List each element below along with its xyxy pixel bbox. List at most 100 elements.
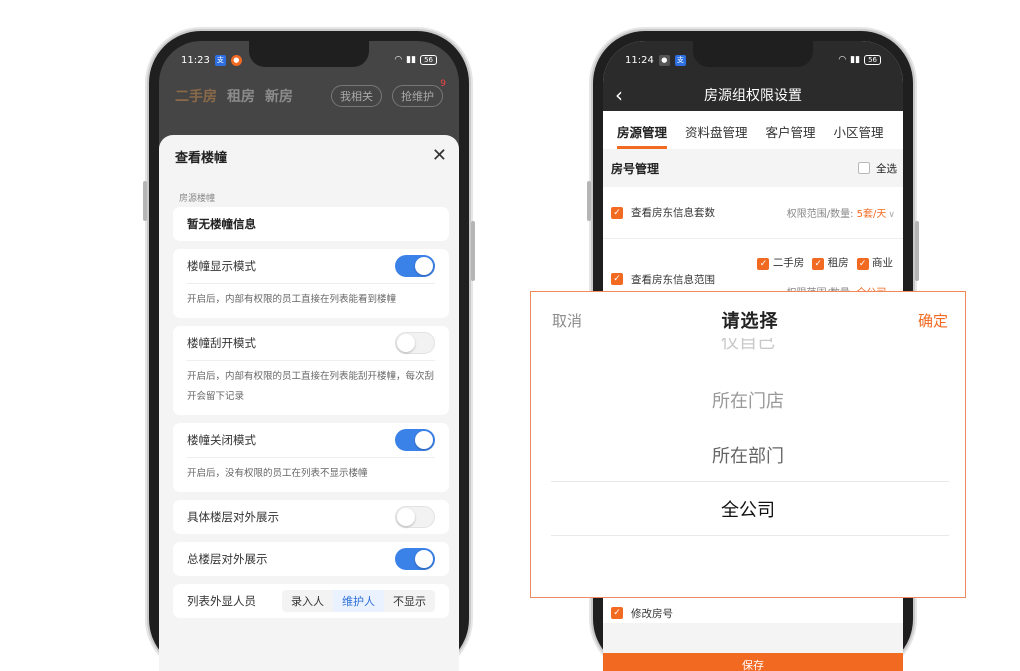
tab-second-hand[interactable]: 二手房 xyxy=(175,86,217,106)
permission-label: 修改房号 xyxy=(631,607,673,620)
checkbox-empty-icon xyxy=(858,162,870,174)
notch xyxy=(249,41,369,67)
picker-option[interactable]: 仅自己 xyxy=(531,338,965,354)
segment-hidden[interactable]: 不显示 xyxy=(384,590,435,612)
app-notification-icon: 支 xyxy=(674,54,686,66)
power-button xyxy=(915,221,919,281)
confirm-button[interactable]: 确定 xyxy=(918,310,948,331)
tab-rent[interactable]: 租房 xyxy=(227,86,255,106)
type-commercial[interactable]: ✓ 商业 xyxy=(856,255,893,270)
segment-entry-person[interactable]: 录入人 xyxy=(282,590,333,612)
staff-segmented-control: 录入人 维护人 不显示 xyxy=(282,590,435,612)
scope-picker: 取消 请选择 确定 仅自己 所在门店 所在部门 全公司 xyxy=(530,291,966,598)
setting-card-scratch: 楼幢刮开模式 开启后，内部有权限的员工直接在列表能刮开楼幢，每次刮开会留下记录 xyxy=(173,326,449,415)
setting-card-close: 楼幢关闭模式 开启后，没有权限的员工在列表不显示楼幢 xyxy=(173,423,449,492)
scope-info[interactable]: 权限范围/数量: 5套/天 ∨ xyxy=(787,205,895,220)
volume-button xyxy=(143,181,147,221)
tab-data-management[interactable]: 资料盘管理 xyxy=(685,122,748,149)
nav-bar: ‹ 房源组权限设置 xyxy=(603,79,903,111)
group-title: 房号管理 xyxy=(611,161,660,176)
wifi-icon: ◠ xyxy=(838,55,847,65)
scope-label: 权限范围/数量: xyxy=(786,209,854,220)
type-rent[interactable]: ✓ 租房 xyxy=(812,255,849,270)
setting-label: 楼幢显示模式 xyxy=(187,259,256,273)
grab-maintenance-button[interactable]: 抢维护 9 xyxy=(392,79,446,107)
permission-label: 查看房东信息套数 xyxy=(631,207,715,219)
sheet-title: 查看楼幢 xyxy=(175,150,228,166)
page-title: 房源组权限设置 xyxy=(704,88,802,104)
scope-value: 5套/天 xyxy=(856,209,887,220)
setting-description: 开启后，没有权限的员工在列表不显示楼幢 xyxy=(187,457,435,492)
wechat-notification-icon: ● xyxy=(658,54,670,66)
notification-count: 9 xyxy=(440,79,446,89)
tab-customer-management[interactable]: 客户管理 xyxy=(766,122,816,149)
save-button[interactable]: 保存 xyxy=(603,653,903,671)
floor-display-card: 具体楼层对外展示 xyxy=(173,500,449,534)
related-to-me-button[interactable]: 我相关 xyxy=(331,85,382,107)
volume-button xyxy=(587,181,591,221)
scratch-mode-toggle[interactable] xyxy=(395,332,435,354)
phone-left: 11:23 支 ● ◠ ▮▮ 56 二手房 租房 新房 我相关 抢维护 9 查看… xyxy=(143,31,475,671)
setting-label: 总楼层对外展示 xyxy=(187,552,268,566)
power-button xyxy=(471,221,475,281)
picker-divider xyxy=(551,481,949,482)
floor-display-toggle[interactable] xyxy=(395,506,435,528)
list-staff-card: 列表外显人员 录入人 维护人 不显示 xyxy=(173,584,449,618)
permission-label: 查看房东信息范围 xyxy=(631,273,715,286)
select-all[interactable]: 全选 xyxy=(858,161,897,176)
picker-option[interactable]: 所在部门 xyxy=(531,442,965,468)
checkbox-checked-icon: ✓ xyxy=(812,258,825,270)
view-building-sheet: 查看楼幢 ✕ 房源楼幢 暂无楼幢信息 楼幢显示模式 开启后，内部有权限的员工直接… xyxy=(159,135,459,671)
group-header: 房号管理 全选 xyxy=(603,149,903,187)
select-all-label: 全选 xyxy=(876,162,897,175)
total-floor-toggle[interactable] xyxy=(395,548,435,570)
setting-label: 楼幢刮开模式 xyxy=(187,336,256,350)
tab-listing-management[interactable]: 房源管理 xyxy=(617,122,668,149)
listing-type-options: ✓ 二手房 ✓ 租房 ✓ 商业 xyxy=(757,255,893,270)
checkbox-checked-icon: ✓ xyxy=(757,258,770,270)
segment-maintainer[interactable]: 维护人 xyxy=(333,590,384,612)
battery-icon: 56 xyxy=(864,55,881,65)
chevron-down-icon: ∨ xyxy=(888,210,895,220)
type-label: 二手房 xyxy=(772,257,805,269)
setting-card-display: 楼幢显示模式 开启后，内部有权限的员工直接在列表能看到楼幢 xyxy=(173,249,449,318)
signal-icon: ▮▮ xyxy=(850,55,861,65)
picker-option-clipped: 仅自己 xyxy=(531,338,965,354)
display-mode-toggle[interactable] xyxy=(395,255,435,277)
picker-option-selected[interactable]: 全公司 xyxy=(531,496,965,522)
type-label: 商业 xyxy=(872,257,893,269)
checkbox-checked-icon: ✓ xyxy=(856,258,869,270)
picker-divider xyxy=(551,535,949,536)
fire-notification-icon: ● xyxy=(230,54,242,66)
wifi-icon: ◠ xyxy=(394,55,403,65)
grab-maintenance-label: 抢维护 xyxy=(401,90,434,103)
sheet-header: 查看楼幢 ✕ xyxy=(159,135,459,177)
building-info-card: 暂无楼幢信息 xyxy=(173,207,449,241)
status-time: 11:24 xyxy=(625,54,654,66)
no-building-info: 暂无楼幢信息 xyxy=(187,217,256,231)
checkbox-checked-icon[interactable]: ✓ xyxy=(611,206,623,219)
app-notification-icon: 支 xyxy=(214,54,226,66)
permission-row[interactable]: ✓ 查看房东信息范围 xyxy=(603,269,723,289)
cancel-button[interactable]: 取消 xyxy=(552,310,582,331)
status-time: 11:23 xyxy=(181,54,210,66)
setting-label: 具体楼层对外展示 xyxy=(187,510,279,524)
setting-label: 列表外显人员 xyxy=(187,594,256,608)
background-tab-bar: 二手房 租房 新房 我相关 抢维护 9 xyxy=(159,79,459,113)
close-mode-toggle[interactable] xyxy=(395,429,435,451)
tab-new-house[interactable]: 新房 xyxy=(265,86,293,106)
notch xyxy=(693,41,813,67)
permission-row[interactable]: ✓ 修改房号 xyxy=(603,603,903,623)
checkbox-checked-icon[interactable]: ✓ xyxy=(611,273,623,285)
battery-icon: 56 xyxy=(420,55,437,65)
checkbox-checked-icon[interactable]: ✓ xyxy=(611,607,623,619)
type-second-hand[interactable]: ✓ 二手房 xyxy=(757,255,804,270)
total-floor-card: 总楼层对外展示 xyxy=(173,542,449,576)
back-icon[interactable]: ‹ xyxy=(615,85,623,105)
screen-left: 11:23 支 ● ◠ ▮▮ 56 二手房 租房 新房 我相关 抢维护 9 查看… xyxy=(159,41,459,671)
picker-title: 请选择 xyxy=(721,311,779,332)
permission-row[interactable]: ✓ 查看房东信息套数 权限范围/数量: 5套/天 ∨ xyxy=(603,187,903,239)
picker-option[interactable]: 所在门店 xyxy=(531,387,965,413)
tab-community-management[interactable]: 小区管理 xyxy=(834,122,884,149)
close-icon[interactable]: ✕ xyxy=(432,147,447,165)
